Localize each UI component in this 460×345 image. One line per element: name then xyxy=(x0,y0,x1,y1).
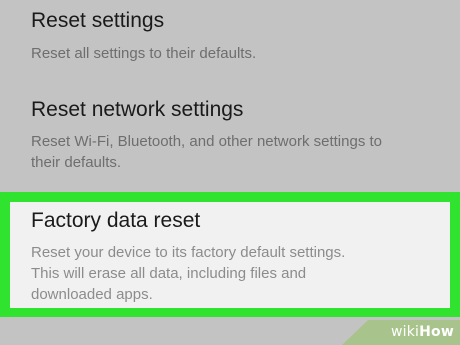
factory-data-reset-title: Factory data reset xyxy=(31,209,201,232)
reset-network-settings-description: Reset Wi-Fi, Bluetooth, and other networ… xyxy=(31,133,382,171)
reset-network-settings-title: Reset network settings xyxy=(31,98,244,121)
reset-settings-item[interactable]: Reset settings Reset all settings to the… xyxy=(0,0,460,84)
factory-data-reset-description: Reset your device to its factory default… xyxy=(31,244,346,303)
watermark-suffix: How xyxy=(419,324,454,340)
reset-settings-title: Reset settings xyxy=(31,9,165,32)
reset-settings-description: Reset all settings to their defaults. xyxy=(31,45,257,62)
factory-data-reset-item[interactable]: Factory data reset Reset your device to … xyxy=(10,202,450,308)
watermark-prefix: wiki xyxy=(390,324,420,340)
wikihow-watermark: wikiHow xyxy=(342,320,460,345)
reset-network-settings-item[interactable]: Reset network settings Reset Wi-Fi, Blue… xyxy=(0,84,460,188)
